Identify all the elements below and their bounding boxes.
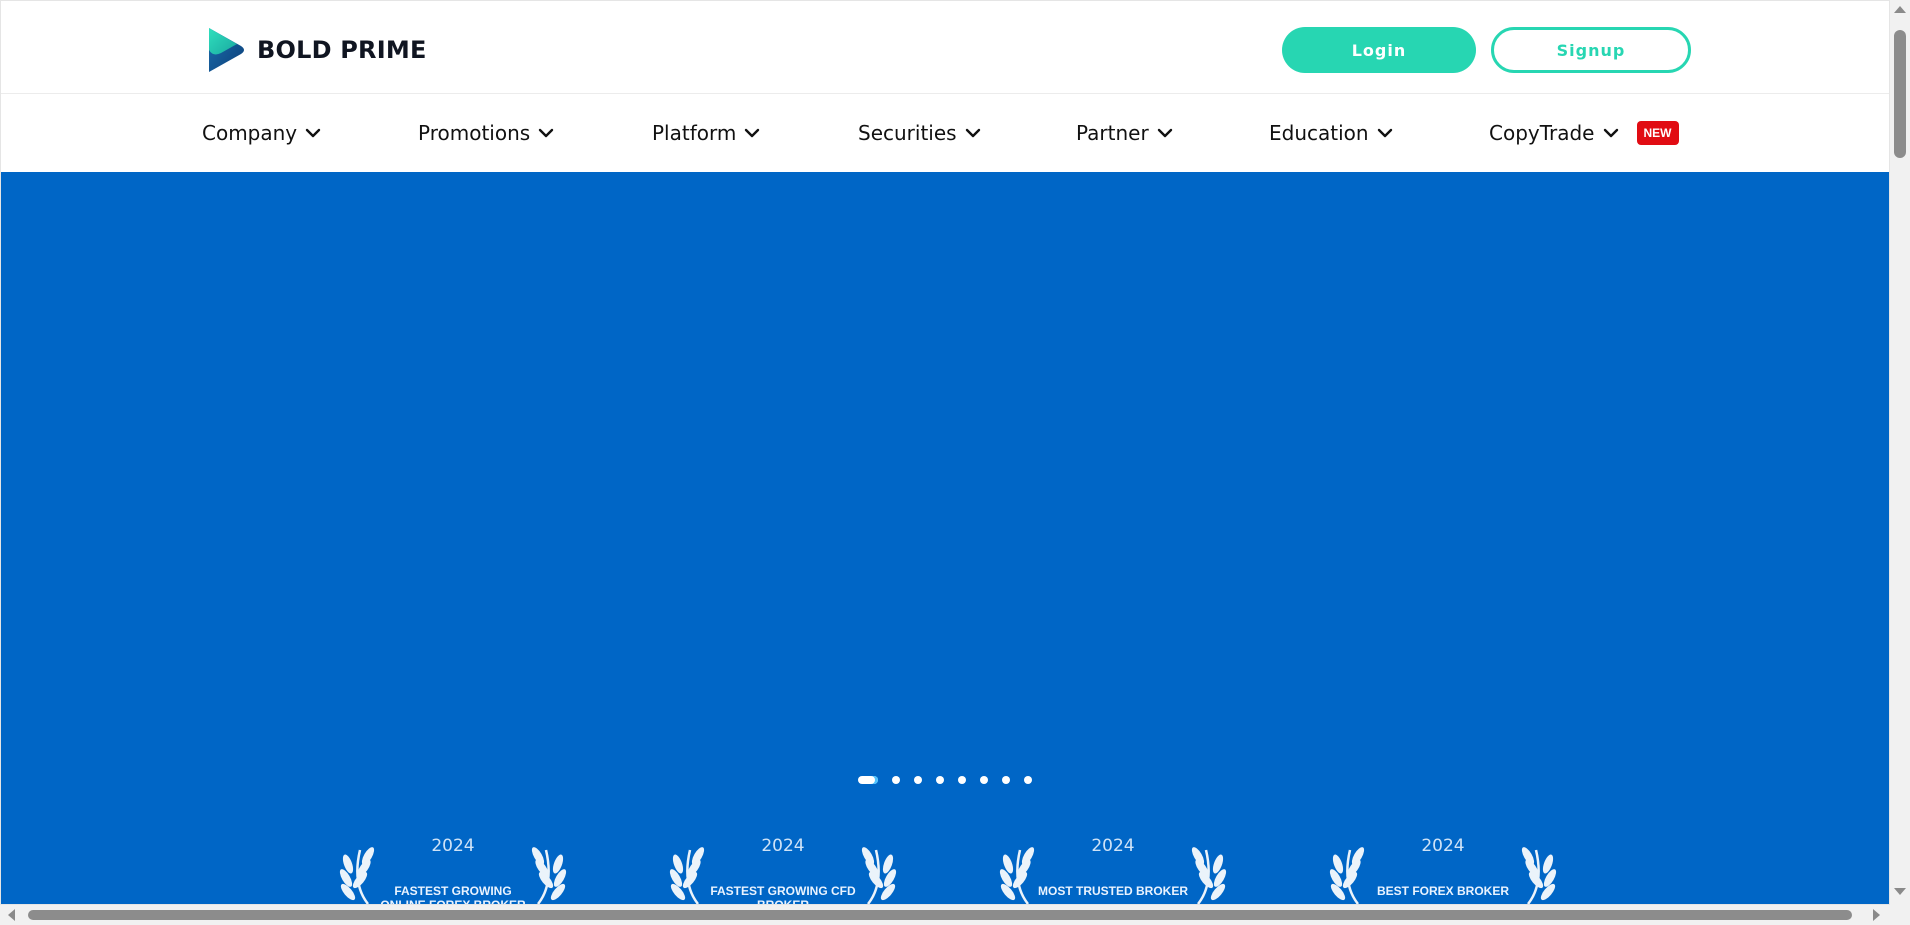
slider-dot[interactable] [1024, 776, 1032, 784]
laurel-left-icon [338, 844, 378, 904]
bold-prime-logo-icon [207, 26, 249, 74]
scroll-down-icon[interactable] [1894, 888, 1906, 895]
award-item: 2024 BEST FOREX BROKER [1328, 832, 1558, 904]
slider-dot[interactable] [858, 776, 878, 784]
nav-item-label: Company [202, 121, 298, 145]
scroll-right-icon[interactable] [1873, 909, 1880, 921]
laurel-right-icon [1518, 844, 1558, 904]
slider-dot[interactable] [914, 776, 922, 784]
login-button[interactable]: Login [1282, 27, 1476, 73]
award-item: 2024 MOST TRUSTED BROKER [998, 832, 1228, 904]
horizontal-scrollbar[interactable] [0, 905, 1890, 925]
nav-item-promotions[interactable]: Promotions [418, 94, 554, 172]
slider-dot[interactable] [936, 776, 944, 784]
slider-pagination [858, 776, 1032, 784]
nav-item-label: Education [1269, 121, 1369, 145]
brand-name: BOLD PRIME [257, 36, 427, 64]
chevron-down-icon [744, 127, 760, 139]
nav-item-label: Promotions [418, 121, 531, 145]
chevron-down-icon [965, 127, 981, 139]
nav-item-education[interactable]: Education [1269, 94, 1393, 172]
scrollbar-corner [1890, 905, 1910, 925]
chevron-down-icon [305, 127, 321, 139]
nav-item-partner[interactable]: Partner [1076, 94, 1173, 172]
award-item: 2024 FASTEST GROWING ONLINE FOREX BROKER [338, 832, 568, 905]
nav-item-label: Partner [1076, 121, 1149, 145]
laurel-left-icon [668, 844, 708, 904]
laurel-right-icon [858, 844, 898, 904]
scroll-left-icon[interactable] [8, 909, 15, 921]
vertical-scroll-thumb[interactable] [1894, 30, 1906, 158]
award-item: 2024 FASTEST GROWING CFD BROKER [668, 832, 898, 905]
new-badge: NEW [1636, 121, 1679, 145]
hero-banner: 2024 FASTEST GROWING ONLINE FOREX BROKER… [1, 172, 1889, 905]
awards-strip: 2024 FASTEST GROWING ONLINE FOREX BROKER… [1, 832, 1889, 905]
laurel-left-icon [998, 844, 1038, 904]
chevron-down-icon [1377, 127, 1393, 139]
slider-dot[interactable] [1002, 776, 1010, 784]
signup-button[interactable]: Signup [1491, 27, 1691, 73]
nav-item-label: Securities [858, 121, 957, 145]
nav-item-platform[interactable]: Platform [652, 94, 760, 172]
chevron-down-icon [538, 127, 554, 139]
slider-dot[interactable] [980, 776, 988, 784]
chevron-down-icon [1603, 127, 1619, 139]
nav-item-company[interactable]: Company [202, 94, 321, 172]
scroll-up-icon[interactable] [1894, 6, 1906, 13]
brand-logo[interactable]: BOLD PRIME [207, 25, 427, 75]
vertical-scrollbar[interactable] [1890, 0, 1910, 905]
nav-item-securities[interactable]: Securities [858, 94, 981, 172]
award-title: FASTEST GROWING ONLINE FOREX BROKER [380, 884, 526, 905]
nav-item-label: CopyTrade [1489, 121, 1595, 145]
award-title: BEST FOREX BROKER [1376, 884, 1509, 898]
laurel-left-icon [1328, 844, 1368, 904]
chevron-down-icon [1157, 127, 1173, 139]
award-title: FASTEST GROWING CFD BROKER [710, 884, 856, 905]
slider-dot[interactable] [892, 776, 900, 784]
slider-dot[interactable] [958, 776, 966, 784]
laurel-right-icon [1188, 844, 1228, 904]
laurel-right-icon [528, 844, 568, 904]
site-header: BOLD PRIME Login Signup [1, 1, 1889, 94]
nav-item-copytrade[interactable]: CopyTrade NEW [1489, 94, 1679, 172]
browser-viewport: BOLD PRIME Login Signup Company Promotio… [0, 0, 1890, 905]
award-title: MOST TRUSTED BROKER [1038, 884, 1188, 898]
nav-item-label: Platform [652, 121, 737, 145]
main-nav: Company Promotions Platform Securities P… [1, 94, 1889, 172]
horizontal-scroll-thumb[interactable] [28, 910, 1852, 920]
